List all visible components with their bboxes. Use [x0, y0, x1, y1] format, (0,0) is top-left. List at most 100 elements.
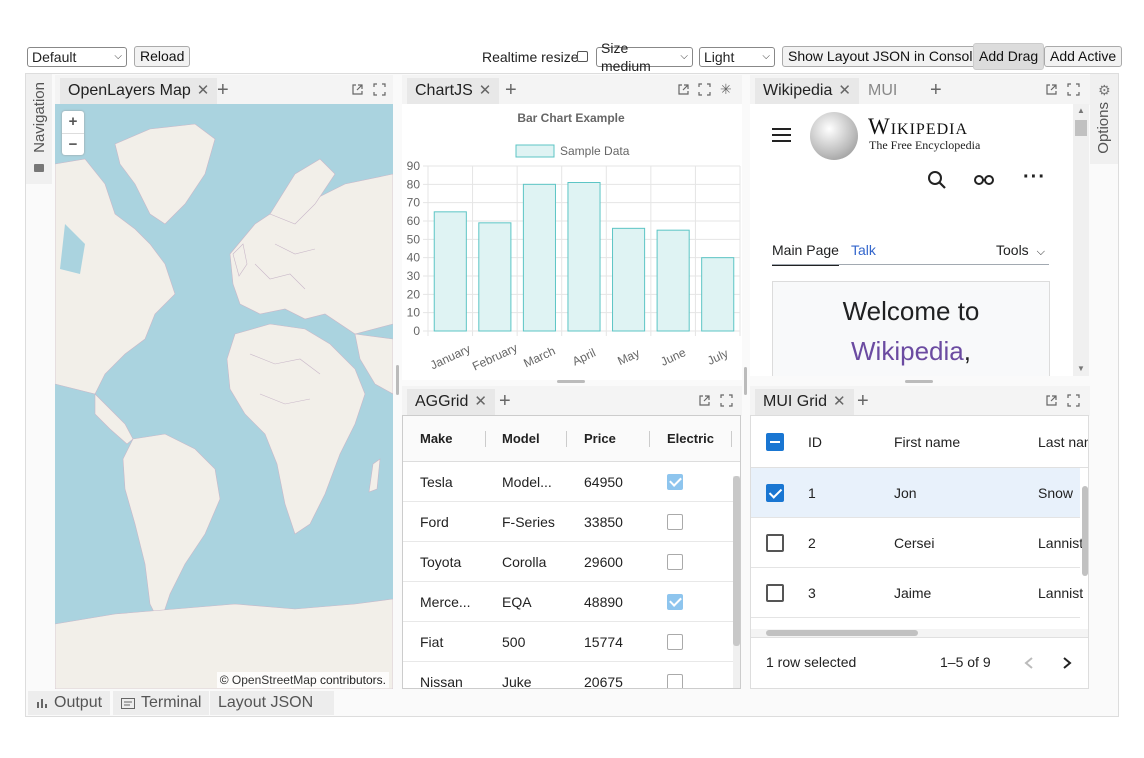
column-separator[interactable] [485, 431, 486, 447]
aggrid-scrollbar[interactable] [733, 476, 740, 688]
table-row[interactable]: 2 Cersei Lannist [751, 518, 1083, 568]
left-border-tab[interactable]: Navigation [26, 74, 52, 184]
popout-icon[interactable] [351, 83, 364, 96]
wikipedia-link[interactable]: Wikipedia [851, 336, 964, 366]
chart-bar[interactable] [567, 182, 601, 332]
tab-main-page[interactable]: Main Page [772, 242, 839, 266]
column-separator[interactable] [566, 431, 567, 447]
muigrid-hscroll[interactable] [751, 629, 1088, 637]
legend-swatch[interactable] [515, 144, 555, 158]
column-header-make[interactable]: Make [420, 416, 453, 462]
add-tab-icon[interactable]: + [857, 388, 869, 414]
electric-checkbox[interactable] [667, 514, 683, 530]
next-page-icon[interactable] [1061, 656, 1073, 670]
electric-checkbox[interactable] [667, 554, 683, 570]
electric-checkbox[interactable] [667, 594, 683, 610]
electric-checkbox[interactable] [667, 634, 683, 650]
search-icon[interactable] [927, 170, 947, 190]
border-tab-terminal[interactable]: Terminal [113, 691, 210, 715]
tab-mui-grid[interactable]: MUI Grid ✕ [755, 389, 854, 415]
close-icon[interactable]: ✕ [197, 78, 210, 104]
scrollbar-thumb[interactable] [733, 476, 740, 646]
scrollbar-thumb[interactable] [1075, 120, 1087, 136]
show-layout-json-button[interactable]: Show Layout JSON in Console [782, 46, 987, 67]
electric-checkbox[interactable] [667, 474, 683, 490]
column-separator[interactable] [649, 431, 650, 447]
row-checkbox[interactable] [766, 484, 784, 502]
chart-bar[interactable] [433, 211, 467, 332]
table-row[interactable]: Fiat 500 15774 [403, 622, 740, 662]
maximize-icon[interactable] [1067, 394, 1080, 407]
muigrid-vscroll[interactable] [1081, 468, 1088, 628]
add-tab-icon[interactable]: + [505, 77, 517, 103]
column-header-id[interactable]: ID [808, 416, 822, 468]
electric-checkbox[interactable] [667, 674, 683, 688]
settings-icon[interactable]: ✳ [720, 81, 732, 98]
table-row[interactable]: 1 Jon Snow [751, 468, 1080, 518]
column-header-model[interactable]: Model [502, 416, 540, 462]
chart-bar[interactable] [478, 222, 512, 332]
column-header-first-name[interactable]: First name [894, 416, 960, 468]
column-header-electric[interactable]: Electric [667, 416, 714, 462]
table-row[interactable]: Nissan Juke 20675 [403, 662, 740, 688]
world-map[interactable] [55, 104, 393, 689]
close-icon[interactable]: ✕ [833, 389, 846, 415]
table-row[interactable]: 3 Jaime Lannist [751, 568, 1083, 618]
scroll-down-icon[interactable]: ▼ [1077, 364, 1085, 373]
popout-icon[interactable] [1045, 83, 1058, 96]
scrollbar-thumb[interactable] [1082, 486, 1088, 576]
table-row[interactable]: Ford F-Series 33850 [403, 502, 740, 542]
add-active-button[interactable]: Add Active [1044, 46, 1123, 67]
reading-glasses-icon[interactable] [973, 173, 995, 187]
tab-wikipedia[interactable]: Wikipedia ✕ [755, 78, 859, 104]
openstreetmap-link[interactable]: OpenStreetMap [232, 673, 317, 687]
zoom-out-button[interactable]: − [62, 133, 84, 155]
add-tab-icon[interactable]: + [930, 77, 942, 103]
popout-icon[interactable] [677, 83, 690, 96]
tab-openlayers-map[interactable]: OpenLayers Map ✕ [60, 78, 218, 104]
wiki-scrollbar[interactable]: ▲ ▼ [1073, 104, 1089, 376]
map-panel[interactable]: + − © OpenStreetMap contributors. [55, 104, 393, 689]
table-row[interactable]: Tesla Model... 64950 [403, 462, 740, 502]
tools-menu[interactable]: Tools ⌵ [996, 242, 1045, 259]
table-row[interactable]: Toyota Corolla 29600 [403, 542, 740, 582]
row-checkbox[interactable] [766, 584, 784, 602]
maximize-icon[interactable] [373, 83, 386, 96]
vertical-splitter[interactable] [744, 367, 747, 395]
add-tab-icon[interactable]: + [499, 388, 511, 414]
scroll-up-icon[interactable]: ▲ [1077, 106, 1085, 115]
horizontal-splitter[interactable] [557, 380, 585, 383]
maximize-icon[interactable] [1067, 83, 1080, 96]
maximize-icon[interactable] [720, 394, 733, 407]
tab-aggrid[interactable]: AGGrid ✕ [407, 389, 495, 415]
popout-icon[interactable] [698, 394, 711, 407]
tab-chartjs[interactable]: ChartJS ✕ [407, 78, 500, 104]
add-tab-icon[interactable]: + [217, 77, 229, 103]
menu-icon[interactable] [772, 128, 791, 142]
horizontal-splitter[interactable] [905, 380, 933, 383]
scrollbar-thumb[interactable] [766, 630, 918, 636]
popout-icon[interactable] [1045, 394, 1058, 407]
chart-bar[interactable] [656, 229, 690, 332]
tab-talk[interactable]: Talk [851, 242, 876, 258]
chart-bar[interactable] [701, 257, 735, 332]
vertical-splitter[interactable] [396, 365, 399, 395]
right-border-tab[interactable]: ⚙ Options [1090, 74, 1118, 164]
chart-bar[interactable] [612, 227, 646, 332]
select-all-checkbox[interactable] [766, 433, 784, 451]
tab-mui[interactable]: MUI [860, 78, 905, 104]
column-header-price[interactable]: Price [584, 416, 616, 462]
wikipedia-wordmark[interactable]: Wikipedia [868, 114, 968, 140]
close-icon[interactable]: ✕ [474, 389, 487, 415]
add-drag-button[interactable]: Add Drag [973, 43, 1045, 70]
column-separator[interactable] [731, 431, 732, 447]
border-tab-layout-json[interactable]: Layout JSON [210, 691, 334, 715]
wikipedia-globe-logo[interactable] [810, 112, 858, 160]
row-checkbox[interactable] [766, 534, 784, 552]
column-header-last-name[interactable]: Last nan [1038, 416, 1088, 468]
close-icon[interactable]: ✕ [479, 78, 492, 104]
reload-button[interactable]: Reload [134, 46, 191, 67]
layout-select[interactable]: Default ⌵ [27, 47, 127, 67]
border-tab-output[interactable]: Output [28, 691, 111, 715]
previous-page-icon[interactable] [1023, 656, 1035, 670]
